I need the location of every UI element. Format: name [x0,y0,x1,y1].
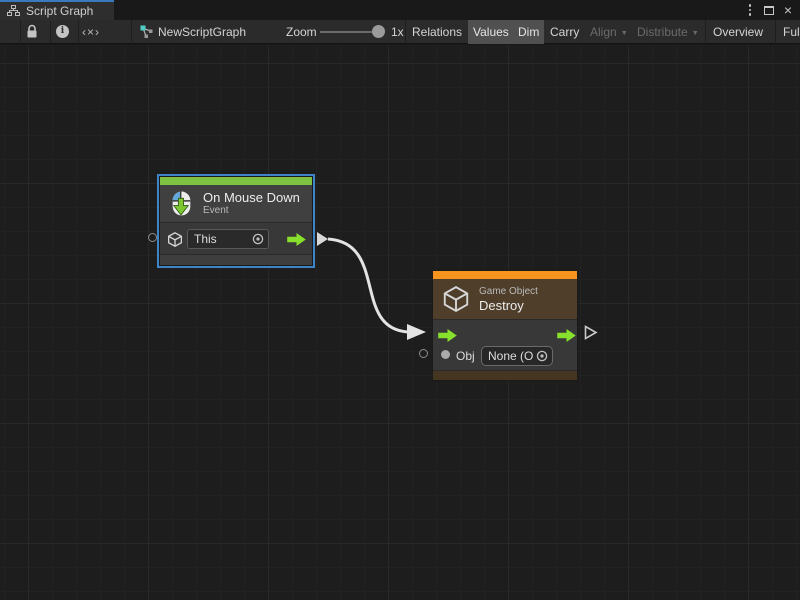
values-button[interactable]: Values [468,20,514,44]
game-object-cube-icon [166,231,184,248]
window-close-icon[interactable]: × [779,0,797,20]
obj-port-dot[interactable] [441,350,450,359]
zoom-slider-track[interactable] [320,31,380,33]
trigger-in-arrow-icon[interactable] [438,329,457,342]
graph-asset-icon [140,25,154,39]
node-on-mouse-down[interactable]: On Mouse Down Event This [159,176,313,266]
destroy-node-footer [433,370,577,380]
event-node-subtitle: Event [203,205,300,217]
tab-script-graph[interactable]: Script Graph [0,0,114,20]
info-icon[interactable]: i [56,25,69,38]
trigger-out-port[interactable] [317,232,328,246]
event-node-header: On Mouse Down Event [160,185,312,222]
zoom-label: Zoom [281,20,322,44]
zoom-slider-handle[interactable] [372,25,385,38]
trigger-out-arrow-icon[interactable] [287,233,306,246]
zoom-value: 1x [386,20,409,44]
destroy-obj-port[interactable] [419,349,428,358]
event-node-title: On Mouse Down [203,190,300,205]
destroy-node-body: Obj None (O [433,319,577,370]
event-node-body: This [160,222,312,254]
graph-toolbar: i ‹×› NewScriptGraph Zoom 1x Relations V… [0,20,800,44]
event-accent-strip [160,177,312,185]
align-button[interactable]: Align▼ [585,20,633,44]
window-maximize-icon[interactable] [760,0,778,20]
event-target-port[interactable] [148,233,157,242]
destroy-node-header: Game Object Destroy [433,279,577,319]
carry-button[interactable]: Carry [545,20,584,44]
destroy-node-category: Game Object [479,286,538,298]
event-node-footer [160,254,312,265]
distribute-button[interactable]: Distribute▼ [632,20,704,44]
lock-icon[interactable] [26,24,38,39]
target-picker-icon[interactable] [536,350,548,362]
node-destroy[interactable]: Game Object Destroy Obj None (O [432,270,578,381]
destroy-obj-field[interactable]: None (O [481,346,553,366]
destroy-accent-strip [433,271,577,279]
code-preview-icon[interactable]: ‹×› [82,25,100,39]
relations-button[interactable]: Relations [407,20,467,44]
event-target-field[interactable]: This [187,229,269,249]
title-bar: Script Graph × [0,0,800,20]
trigger-out-port[interactable] [584,325,598,340]
graph-canvas[interactable]: On Mouse Down Event This [0,45,800,600]
mouse-down-icon [168,190,195,217]
destroy-node-title: Destroy [479,298,538,313]
destroy-obj-value: None (O [488,349,533,363]
trigger-out-arrow-icon[interactable] [557,329,576,342]
window-menu-icon[interactable] [742,0,758,20]
chevron-down-icon: ▼ [621,30,628,37]
tab-title: Script Graph [26,4,93,18]
dim-button[interactable]: Dim [513,20,544,44]
connection-wire[interactable] [0,45,800,600]
graph-name-label[interactable]: NewScriptGraph [153,20,251,44]
script-graph-window: Script Graph × i ‹×› [0,0,800,600]
fullscreen-button[interactable]: Full S [778,20,800,44]
game-object-cube-icon [441,284,471,314]
event-target-value: This [194,232,217,246]
chevron-down-icon: ▼ [692,30,699,37]
graph-hierarchy-icon [7,5,20,17]
target-picker-icon[interactable] [252,233,264,245]
overview-button[interactable]: Overview [708,20,768,44]
obj-port-label: Obj [456,349,475,363]
